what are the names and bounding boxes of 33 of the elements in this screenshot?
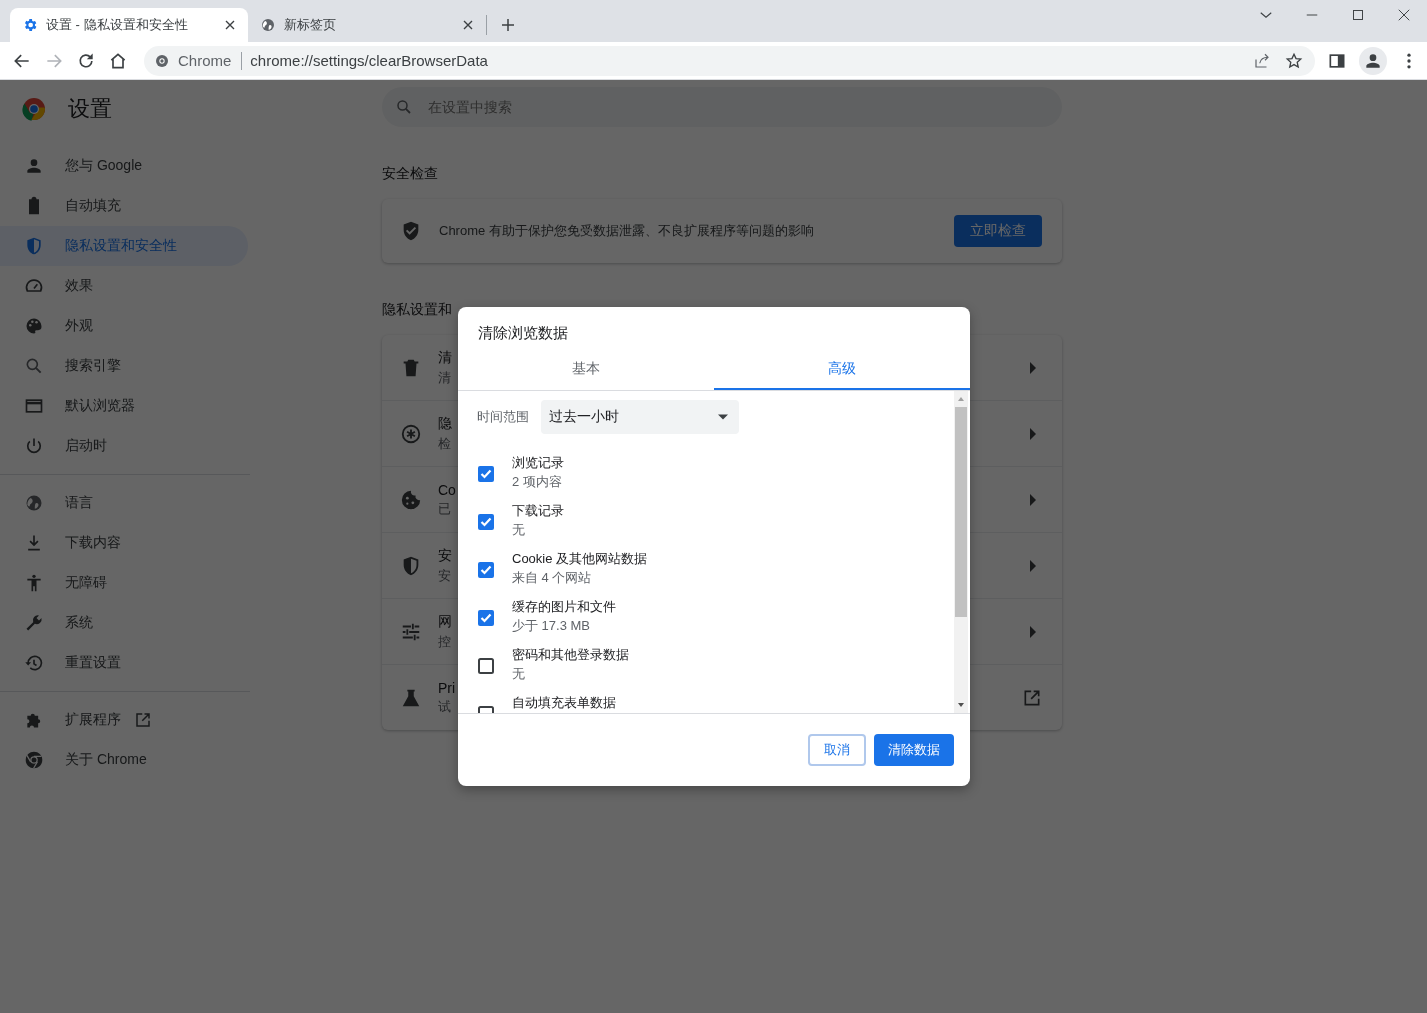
row-subtitle: 清 <box>438 368 452 387</box>
url-text: chrome://settings/clearBrowserData <box>250 52 488 69</box>
option-detail: 无 <box>512 665 526 682</box>
row-title: 清 <box>438 348 452 367</box>
safety-check-text: Chrome 有助于保护您免受数据泄露、不良扩展程序等问题的影响 <box>439 222 815 240</box>
section-heading: 隐私设置和 <box>382 301 453 319</box>
option-title: 密码和其他登录数据 <box>512 646 629 663</box>
option-title: 缓存的图片和文件 <box>512 598 616 615</box>
option-detail: 少于 17.3 MB <box>512 617 592 634</box>
dialog-title: 清除浏览数据 <box>477 323 569 343</box>
row-subtitle: 控 <box>438 632 452 651</box>
row-subtitle: 安 <box>438 566 452 585</box>
option-detail: 来自 4 个网站 <box>512 569 593 586</box>
row-title: Pri <box>438 679 456 696</box>
section-heading: 安全检查 <box>382 165 439 183</box>
settings-title: 设置 <box>68 95 112 123</box>
option-title: 自动填充表单数据 <box>512 694 616 711</box>
option-detail: 2 项内容 <box>512 473 563 490</box>
row-title: 隐 <box>438 414 452 433</box>
row-title: 安 <box>438 546 452 565</box>
row-title: Co <box>438 481 456 498</box>
row-title: 网 <box>438 612 452 631</box>
option-title: 下载记录 <box>512 502 564 519</box>
option-title: 浏览记录 <box>512 454 564 471</box>
row-subtitle: 已 <box>438 499 452 518</box>
row-subtitle: 检 <box>438 434 452 453</box>
site-label: Chrome <box>178 51 243 70</box>
row-subtitle: 试 <box>438 697 452 716</box>
field-label: 时间范围 <box>477 408 529 426</box>
option-title: Cookie 及其他网站数据 <box>512 550 648 567</box>
tab-title: 设置 - 隐私设置和安全性 <box>46 16 189 34</box>
option-detail: 无 <box>512 521 526 538</box>
tab-title: 新标签页 <box>284 16 337 34</box>
